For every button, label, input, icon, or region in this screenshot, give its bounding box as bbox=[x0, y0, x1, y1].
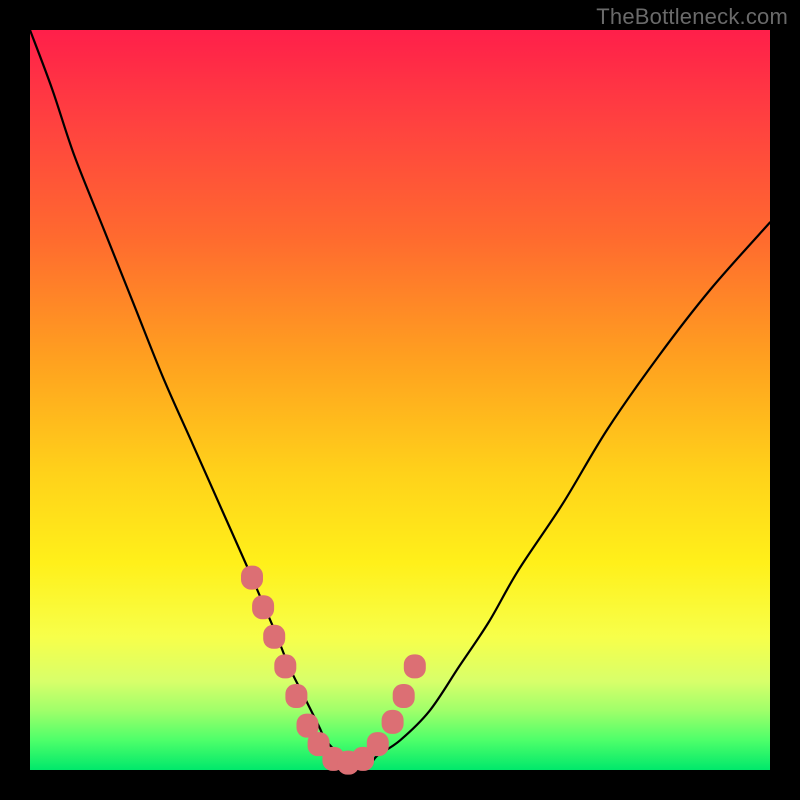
curve-marker bbox=[274, 654, 296, 678]
plot-area bbox=[30, 30, 770, 770]
curve-marker bbox=[285, 684, 307, 708]
bottleneck-curve bbox=[30, 30, 770, 764]
attribution-text: TheBottleneck.com bbox=[596, 4, 788, 30]
curve-marker bbox=[263, 625, 285, 649]
curve-marker bbox=[404, 654, 426, 678]
curve-marker bbox=[382, 710, 404, 734]
curve-svg bbox=[30, 30, 770, 770]
curve-marker bbox=[393, 684, 415, 708]
curve-marker bbox=[367, 732, 389, 756]
chart-stage: TheBottleneck.com bbox=[0, 0, 800, 800]
curve-marker bbox=[252, 595, 274, 619]
curve-marker bbox=[241, 566, 263, 590]
